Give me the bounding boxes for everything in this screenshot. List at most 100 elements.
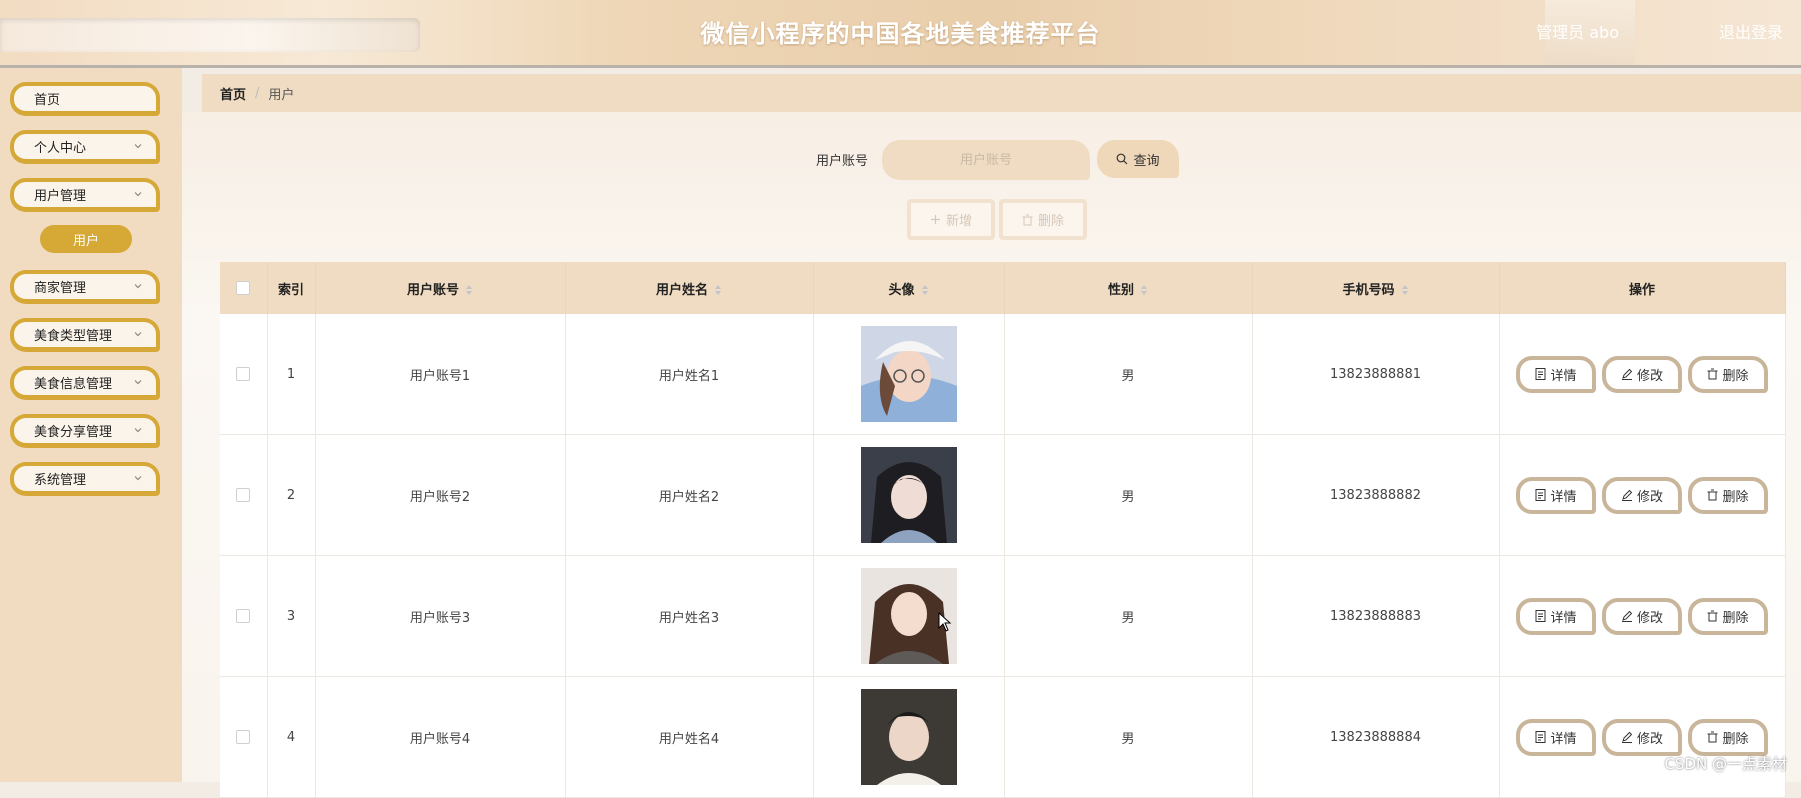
edit-button[interactable]: 修改 xyxy=(1602,718,1682,756)
column-header-label: 手机号码 xyxy=(1342,282,1395,298)
edit-button-label: 修改 xyxy=(1636,731,1663,747)
detail-button[interactable]: 详情 xyxy=(1516,597,1596,635)
trash-icon xyxy=(1707,610,1718,622)
sidebar-item-label: 美食类型管理 xyxy=(34,329,113,344)
avatar-image[interactable] xyxy=(860,447,957,543)
logout-link[interactable]: 退出登录 xyxy=(1719,19,1783,43)
avatar-image[interactable] xyxy=(860,689,957,785)
delete-button-label: 删除 xyxy=(1722,731,1749,747)
chevron-down-icon xyxy=(134,192,142,197)
row-checkbox[interactable] xyxy=(236,730,251,744)
avatar-image[interactable] xyxy=(860,326,957,422)
detail-button-label: 详情 xyxy=(1550,610,1577,626)
sidebar-item-label: 商家管理 xyxy=(34,281,87,296)
user-table: 索引 用户账号 用户姓名 头像 性别 手机号码 操作 1 用户账号1 用户姓名1 xyxy=(220,262,1786,798)
search-input[interactable] xyxy=(882,140,1090,180)
add-button[interactable]: 新增 xyxy=(907,199,995,240)
cell-account: 用户账号3 xyxy=(315,555,566,677)
edit-button-label: 修改 xyxy=(1636,610,1663,626)
sidebar-item-home[interactable]: 首页 xyxy=(10,82,160,116)
column-header-actions: 操作 xyxy=(1499,262,1786,314)
sidebar-item-user-management[interactable]: 用户管理 xyxy=(10,178,160,212)
delete-button[interactable]: 删除 xyxy=(1688,597,1768,635)
chevron-down-icon xyxy=(134,380,142,385)
detail-button[interactable]: 详情 xyxy=(1516,355,1596,393)
cell-name: 用户姓名4 xyxy=(565,676,814,798)
cell-gender: 男 xyxy=(1004,555,1253,677)
detail-button[interactable]: 详情 xyxy=(1516,476,1596,514)
batch-delete-button[interactable]: 删除 xyxy=(999,199,1087,240)
column-header-avatar[interactable]: 头像 xyxy=(813,262,1005,314)
cell-avatar xyxy=(813,555,1005,677)
select-all-cell xyxy=(220,262,268,314)
row-checkbox[interactable] xyxy=(236,488,251,502)
search-icon xyxy=(1117,153,1128,165)
table-row: 2 用户账号2 用户姓名2 男 13823888882 详情 修改 删除 xyxy=(220,434,1786,556)
column-header-index: 索引 xyxy=(267,262,316,314)
sort-icon xyxy=(921,285,928,295)
cell-account: 用户账号2 xyxy=(315,434,566,556)
edit-button[interactable]: 修改 xyxy=(1602,355,1682,393)
edit-button[interactable]: 修改 xyxy=(1602,476,1682,514)
cell-gender: 男 xyxy=(1004,434,1253,556)
search-button[interactable]: 查询 xyxy=(1097,140,1179,178)
search-label: 用户账号 xyxy=(816,154,869,169)
sort-icon xyxy=(1141,285,1147,295)
delete-button-label: 删除 xyxy=(1722,368,1749,384)
column-header-phone[interactable]: 手机号码 xyxy=(1252,262,1500,314)
sidebar-item-label: 系统管理 xyxy=(34,473,87,488)
document-icon xyxy=(1535,610,1546,622)
current-user-label: 管理员 abo xyxy=(1536,23,1619,42)
edit-icon xyxy=(1621,731,1633,743)
trash-icon xyxy=(1707,731,1718,743)
chevron-down-icon xyxy=(134,476,142,481)
column-header-account[interactable]: 用户账号 xyxy=(315,262,566,314)
trash-icon xyxy=(1707,368,1718,380)
sidebar-item-food-type-management[interactable]: 美食类型管理 xyxy=(10,318,160,352)
row-select-cell xyxy=(220,555,268,677)
sidebar-item-food-share-management[interactable]: 美食分享管理 xyxy=(10,414,160,448)
sidebar-item-merchant-management[interactable]: 商家管理 xyxy=(10,270,160,304)
sidebar-item-label: 美食信息管理 xyxy=(34,377,113,392)
delete-button[interactable]: 删除 xyxy=(1688,718,1768,756)
cell-name: 用户姓名3 xyxy=(565,555,814,677)
column-header-label: 用户姓名 xyxy=(655,282,708,298)
breadcrumb-home[interactable]: 首页 xyxy=(220,84,246,103)
column-header-label: 用户账号 xyxy=(406,282,459,298)
select-all-checkbox[interactable] xyxy=(236,281,251,295)
sidebar-item-personal-center[interactable]: 个人中心 xyxy=(10,130,160,164)
trash-icon xyxy=(1022,214,1033,225)
detail-button[interactable]: 详情 xyxy=(1516,718,1596,756)
column-header-name[interactable]: 用户姓名 xyxy=(565,262,814,314)
column-header-label: 性别 xyxy=(1107,282,1134,298)
cell-phone: 13823888882 xyxy=(1252,434,1500,556)
row-checkbox[interactable] xyxy=(236,367,251,381)
sidebar-item-system-management[interactable]: 系统管理 xyxy=(10,462,160,496)
edit-icon xyxy=(1621,489,1633,501)
cell-phone: 13823888881 xyxy=(1252,314,1500,435)
mouse-cursor-icon xyxy=(938,612,952,632)
sidebar-subitem-user[interactable]: 用户 xyxy=(40,225,132,253)
chevron-down-icon xyxy=(134,284,142,289)
delete-button[interactable]: 删除 xyxy=(1688,355,1768,393)
edit-button[interactable]: 修改 xyxy=(1602,597,1682,635)
delete-button[interactable]: 删除 xyxy=(1688,476,1768,514)
row-select-cell xyxy=(220,314,268,435)
cell-index: 4 xyxy=(267,676,316,798)
cell-phone: 13823888884 xyxy=(1252,676,1500,798)
chevron-down-icon xyxy=(134,332,142,337)
edit-button-label: 修改 xyxy=(1636,489,1663,505)
edit-icon xyxy=(1621,610,1633,622)
cell-avatar xyxy=(813,434,1005,556)
cell-actions: 详情 修改 删除 xyxy=(1499,434,1786,556)
detail-button-label: 详情 xyxy=(1550,731,1577,747)
document-icon xyxy=(1535,489,1546,501)
cell-index: 3 xyxy=(267,555,316,677)
cell-actions: 详情 修改 删除 xyxy=(1499,314,1786,435)
column-header-gender[interactable]: 性别 xyxy=(1004,262,1253,314)
delete-button-label: 删除 xyxy=(1722,610,1749,626)
row-checkbox[interactable] xyxy=(236,609,251,623)
sidebar-item-food-info-management[interactable]: 美食信息管理 xyxy=(10,366,160,400)
cell-index: 1 xyxy=(267,314,316,435)
trash-icon xyxy=(1707,489,1718,501)
